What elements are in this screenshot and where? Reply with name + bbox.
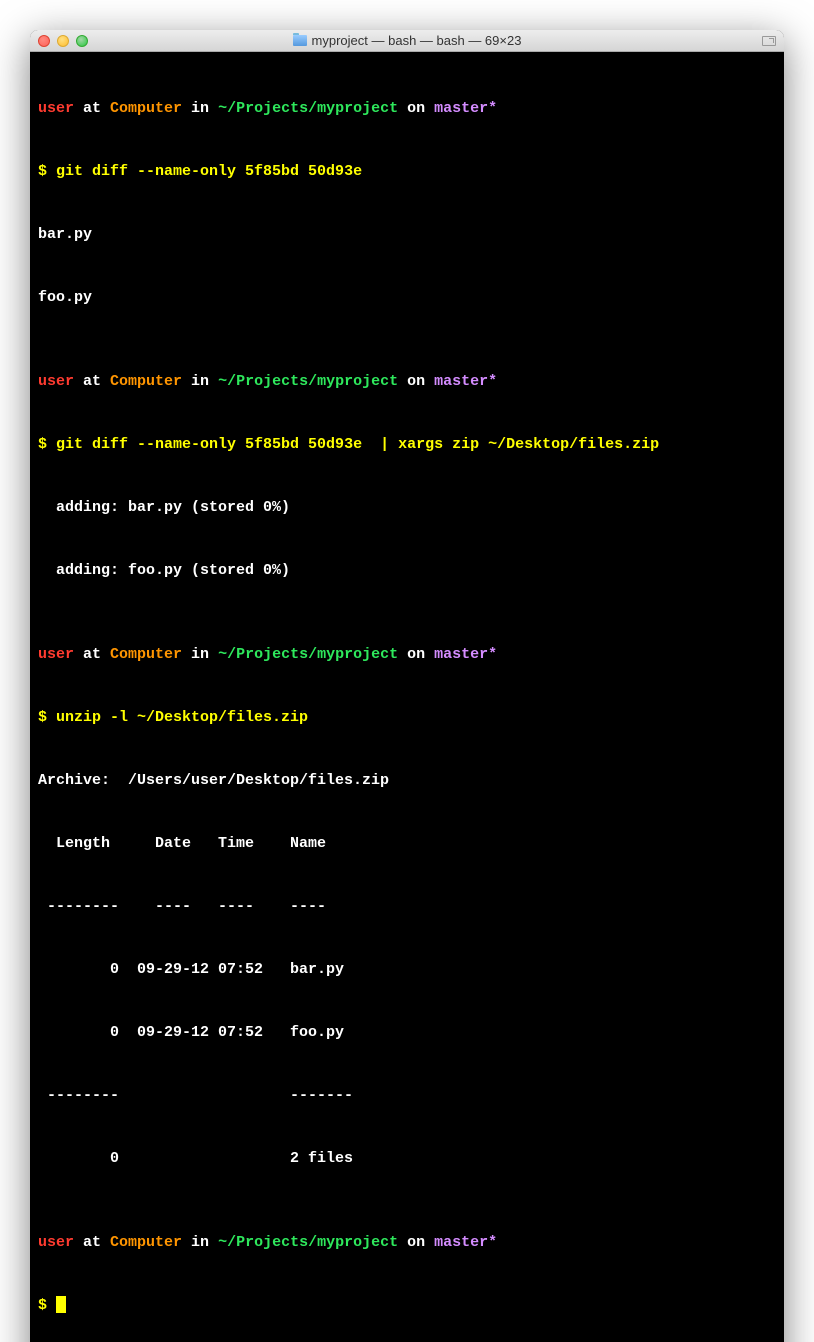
prompt-symbol: $ (38, 436, 56, 453)
prompt-in: in (182, 646, 218, 663)
prompt-in: in (182, 373, 218, 390)
prompt-path: ~/Projects/myproject (218, 100, 398, 117)
folder-icon (293, 35, 307, 46)
prompt-branch: master* (434, 1234, 497, 1251)
prompt-host: Computer (110, 100, 182, 117)
prompt-on: on (398, 1234, 434, 1251)
close-button[interactable] (38, 35, 50, 47)
terminal-content[interactable]: user at Computer in ~/Projects/myproject… (30, 52, 784, 1342)
command-line: $ git diff --name-only 5f85bd 50d93e (30, 161, 784, 182)
window-title: myproject — bash — bash — 69×23 (312, 33, 522, 48)
zoom-button[interactable] (76, 35, 88, 47)
command-text: git diff --name-only 5f85bd 50d93e | xar… (56, 436, 659, 453)
prompt-on: on (398, 373, 434, 390)
command-line: $ git diff --name-only 5f85bd 50d93e | x… (30, 434, 784, 455)
prompt-host: Computer (110, 646, 182, 663)
traffic-lights (38, 35, 88, 47)
prompt-line: user at Computer in ~/Projects/myproject… (30, 1232, 784, 1253)
output-line: -------- ------- (30, 1085, 784, 1106)
titlebar[interactable]: myproject — bash — bash — 69×23 (30, 30, 784, 52)
prompt-branch: master* (434, 100, 497, 117)
output-line: bar.py (30, 224, 784, 245)
output-line: 0 09-29-12 07:52 foo.py (30, 1022, 784, 1043)
prompt-path: ~/Projects/myproject (218, 1234, 398, 1251)
prompt-at: at (74, 373, 110, 390)
output-line: adding: foo.py (stored 0%) (30, 560, 784, 581)
prompt-host: Computer (110, 373, 182, 390)
cursor (56, 1296, 66, 1313)
prompt-at: at (74, 1234, 110, 1251)
prompt-on: on (398, 100, 434, 117)
prompt-at: at (74, 100, 110, 117)
prompt-user: user (38, 100, 74, 117)
prompt-line: user at Computer in ~/Projects/myproject… (30, 98, 784, 119)
output-line: -------- ---- ---- ---- (30, 896, 784, 917)
output-line: Archive: /Users/user/Desktop/files.zip (30, 770, 784, 791)
output-line: adding: bar.py (stored 0%) (30, 497, 784, 518)
command-line[interactable]: $ (30, 1295, 784, 1316)
terminal-window: myproject — bash — bash — 69×23 user at … (30, 30, 784, 1342)
command-text: unzip -l ~/Desktop/files.zip (56, 709, 308, 726)
prompt-line: user at Computer in ~/Projects/myproject… (30, 371, 784, 392)
prompt-symbol: $ (38, 1297, 56, 1314)
prompt-branch: master* (434, 373, 497, 390)
prompt-host: Computer (110, 1234, 182, 1251)
output-line: foo.py (30, 287, 784, 308)
prompt-at: at (74, 646, 110, 663)
prompt-user: user (38, 646, 74, 663)
title-wrap: myproject — bash — bash — 69×23 (30, 33, 784, 48)
prompt-symbol: $ (38, 709, 56, 726)
prompt-branch: master* (434, 646, 497, 663)
prompt-path: ~/Projects/myproject (218, 373, 398, 390)
output-line: 0 09-29-12 07:52 bar.py (30, 959, 784, 980)
command-line: $ unzip -l ~/Desktop/files.zip (30, 707, 784, 728)
prompt-user: user (38, 1234, 74, 1251)
prompt-on: on (398, 646, 434, 663)
expand-icon[interactable] (762, 36, 776, 46)
command-text: git diff --name-only 5f85bd 50d93e (56, 163, 362, 180)
output-line: 0 2 files (30, 1148, 784, 1169)
prompt-user: user (38, 373, 74, 390)
minimize-button[interactable] (57, 35, 69, 47)
prompt-symbol: $ (38, 163, 56, 180)
prompt-path: ~/Projects/myproject (218, 646, 398, 663)
prompt-in: in (182, 1234, 218, 1251)
output-line: Length Date Time Name (30, 833, 784, 854)
prompt-in: in (182, 100, 218, 117)
prompt-line: user at Computer in ~/Projects/myproject… (30, 644, 784, 665)
